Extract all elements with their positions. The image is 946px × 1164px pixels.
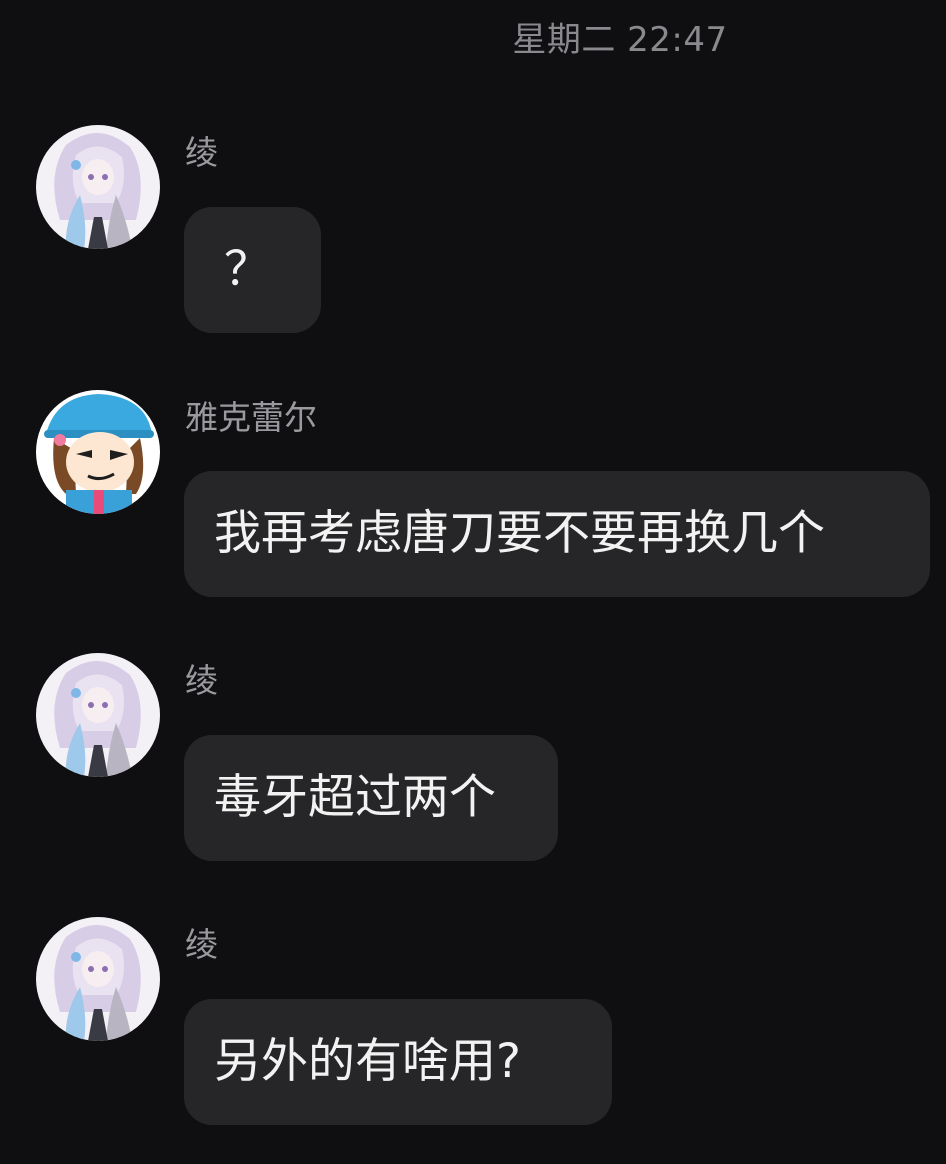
- cartoon-character-avatar-icon: [36, 390, 160, 514]
- sender-name: 绫: [185, 133, 218, 172]
- sender-avatar[interactable]: [36, 653, 160, 777]
- sender-avatar[interactable]: [36, 390, 160, 514]
- sender-name: 雅克蕾尔: [185, 398, 317, 437]
- message-bubble[interactable]: 毒牙超过两个: [184, 735, 558, 861]
- chat-timestamp: 星期二 22:47: [512, 20, 728, 60]
- sender-avatar[interactable]: [36, 125, 160, 249]
- sender-name: 绫: [185, 925, 218, 964]
- anime-girl-avatar-icon: [36, 125, 160, 249]
- sender-avatar[interactable]: [36, 917, 160, 1041]
- sender-name: 绫: [185, 661, 218, 700]
- message-bubble[interactable]: 我再考虑唐刀要不要再换几个: [184, 471, 930, 597]
- message-bubble[interactable]: ？: [184, 207, 321, 333]
- message-bubble[interactable]: 另外的有啥用?: [184, 999, 612, 1125]
- anime-girl-avatar-icon: [36, 917, 160, 1041]
- anime-girl-avatar-icon: [36, 653, 160, 777]
